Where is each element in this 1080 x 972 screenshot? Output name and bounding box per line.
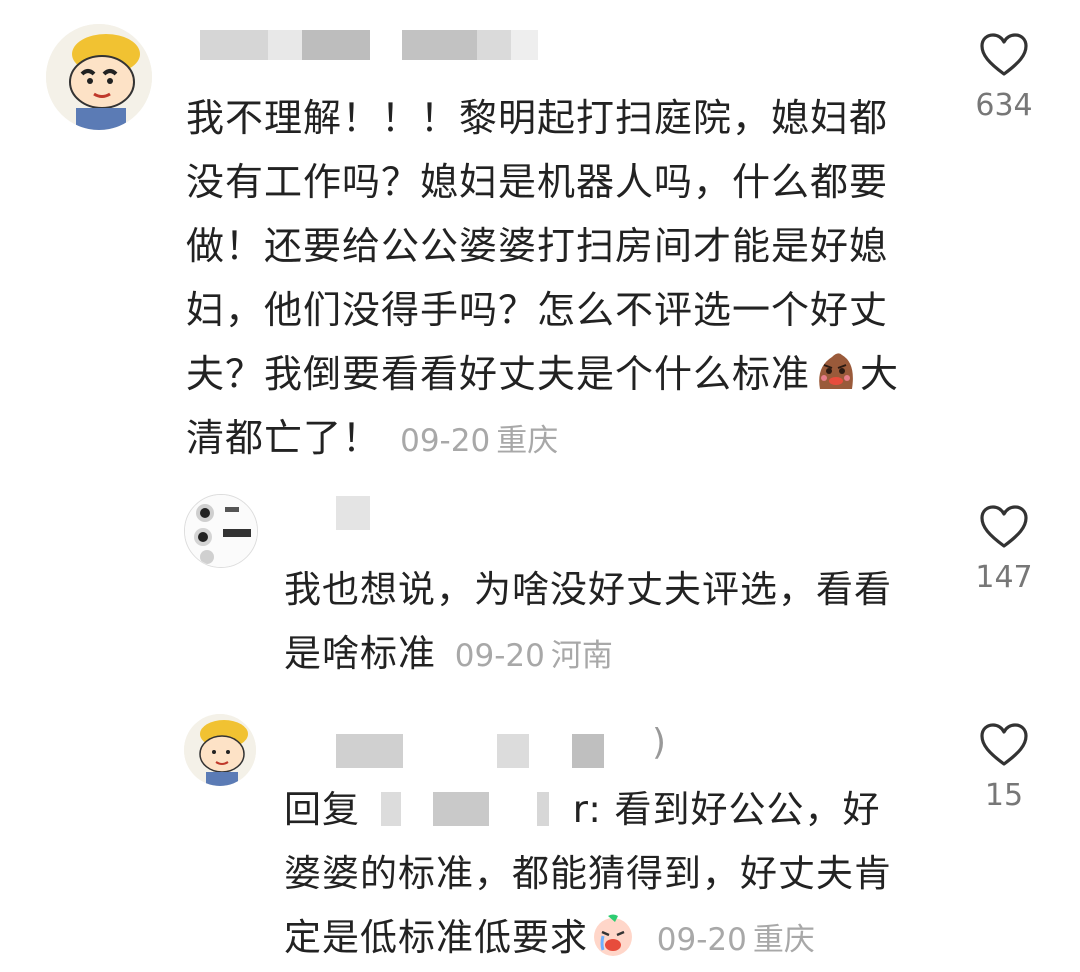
comment-date: 09-20 <box>400 423 491 459</box>
reply-location-2: 重庆 <box>752 922 815 958</box>
reply-username-masked-2[interactable] <box>336 734 604 768</box>
comment-text: 我不理解！！！黎明起打扫庭院，媳妇都没有工作吗？媳妇是机器人吗，什么都要做！还要… <box>186 86 906 473</box>
reply-date: 09-20 <box>454 638 545 674</box>
reply-username-suffix: ) <box>652 722 667 763</box>
reply-avatar[interactable] <box>184 494 258 568</box>
comment-meta: 09-20 重庆 <box>394 423 558 459</box>
reply-like-button[interactable]: 147 <box>954 504 1054 595</box>
grimace-emoji-icon <box>812 349 858 395</box>
username-masked-2 <box>402 30 538 60</box>
comment-body: 我不理解！！！黎明起打扫庭院，媳妇都没有工作吗？媳妇是机器人吗，什么都要做！还要… <box>186 96 889 396</box>
reply-like-count: 147 <box>975 560 1033 595</box>
commenter-avatar[interactable] <box>46 24 152 130</box>
reply-like-count-2: 15 <box>984 778 1024 813</box>
reply-meta-2: 09-20 重庆 <box>651 922 815 958</box>
reply-username-masked[interactable] <box>336 496 370 530</box>
crying-emoji-icon <box>590 912 636 958</box>
reply-prefix: 回复 <box>284 788 360 831</box>
reply-date-2: 09-20 <box>656 922 747 958</box>
heart-icon <box>980 723 1028 766</box>
reply-meta: 09-20 河南 <box>449 638 613 674</box>
comment-location: 重庆 <box>496 423 559 459</box>
reply-avatar-2[interactable] <box>184 714 256 786</box>
reply-text-2: 回复 r: 看到好公公，好婆婆的标准，都能猜得到，好丈夫肯定是低标准低要求 09… <box>284 778 909 972</box>
reply-text: 我也想说，为啥没好丈夫评选，看看是啥标准 09-20 河南 <box>284 558 909 688</box>
replied-user-masked[interactable] <box>372 792 573 826</box>
like-button[interactable]: 634 <box>954 32 1054 123</box>
reply-location: 河南 <box>550 638 613 674</box>
heart-icon <box>980 505 1028 548</box>
reply-like-button-2[interactable]: 15 <box>954 722 1054 813</box>
username-masked[interactable] <box>200 30 370 60</box>
like-count: 634 <box>975 88 1033 123</box>
heart-icon <box>980 33 1028 76</box>
